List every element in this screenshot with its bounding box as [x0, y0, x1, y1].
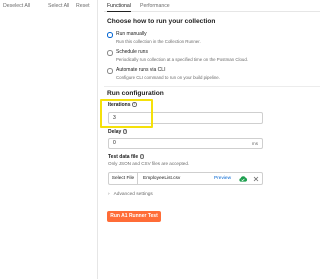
collection-toolbar: Deselect All Select All Reset [0, 0, 98, 279]
run-manually-description: Run this collection in the Collection Ru… [116, 39, 201, 44]
run-button[interactable]: Run A1 Runner Test [107, 211, 161, 222]
delay-input[interactable]: 0 ms [108, 138, 263, 149]
info-icon: i [122, 129, 128, 134]
delay-unit: ms [251, 141, 258, 146]
select-all-button[interactable]: Select All [48, 3, 69, 9]
reset-button[interactable]: Reset [76, 3, 90, 9]
advanced-settings-toggle[interactable]: › Advanced settings [108, 192, 153, 197]
tab-functional[interactable]: Functional [107, 3, 131, 12]
test-data-label-text: Test data file [108, 154, 139, 160]
section-divider [104, 86, 320, 87]
automate-cli-title: Automate runs via CLI [116, 67, 166, 73]
tab-performance[interactable]: Performance [140, 3, 170, 9]
iterations-highlight [100, 99, 153, 128]
delay-label: Delay i [108, 129, 128, 135]
chevron-right-icon: › [108, 192, 110, 197]
schedule-runs-title: Schedule runs [116, 49, 148, 55]
delay-value: 0 [113, 140, 116, 146]
info-icon: i [139, 154, 145, 159]
delay-label-text: Delay [108, 129, 122, 135]
close-icon[interactable] [253, 176, 259, 182]
advanced-settings-label: Advanced settings [113, 192, 153, 197]
file-name: EmployeeList.csv [143, 176, 181, 181]
run-mode-heading: Choose how to run your collection [107, 18, 216, 25]
schedule-runs-description: Periodically run collection at a specifi… [116, 57, 249, 62]
automate-cli-description: Configure CLI command to run on your bui… [116, 75, 220, 80]
cloud-check-icon [239, 176, 248, 182]
radio-automate-cli[interactable] [107, 68, 113, 74]
run-manually-title: Run manually [116, 31, 147, 37]
radio-run-manually[interactable] [107, 32, 113, 38]
test-data-file-row: Select File EmployeeList.csv Preview [108, 172, 263, 185]
run-config-heading: Run configuration [107, 90, 164, 97]
test-data-label: Test data file i [108, 154, 145, 160]
select-file-button[interactable]: Select File [109, 173, 138, 185]
deselect-all-button[interactable]: Deselect All [3, 3, 30, 9]
runner-tabs: Functional Performance [104, 0, 320, 12]
radio-schedule-runs[interactable] [107, 50, 113, 56]
test-data-hint: Only JSON and CSV files are accepted. [108, 161, 190, 166]
preview-link[interactable]: Preview [214, 173, 231, 184]
